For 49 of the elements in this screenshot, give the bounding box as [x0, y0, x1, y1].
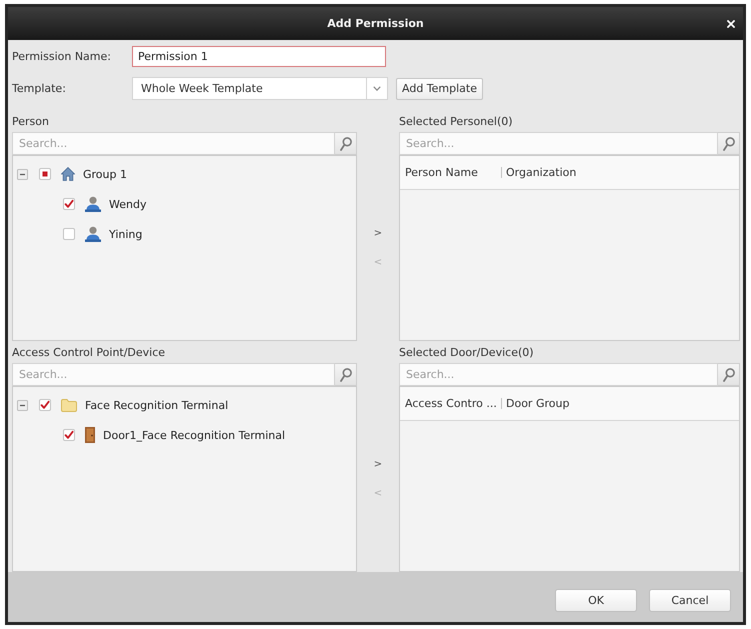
door-icon — [85, 427, 95, 443]
search-button[interactable] — [718, 132, 740, 155]
search-field[interactable]: Search... — [399, 132, 718, 155]
checkbox[interactable] — [39, 168, 51, 180]
search-icon — [340, 136, 352, 150]
field-label: Template: — [12, 82, 67, 95]
column-header[interactable]: Person Name — [405, 166, 501, 179]
checkbox[interactable] — [63, 429, 75, 441]
transfer-button[interactable]: > — [370, 224, 386, 242]
add-template-button[interactable]: Add Template — [396, 78, 483, 100]
house-icon — [61, 167, 75, 181]
folder-icon — [61, 398, 77, 412]
collapse-toggle[interactable] — [17, 168, 28, 180]
section-label: Access Control Point/Device — [12, 346, 166, 358]
checkbox[interactable] — [39, 399, 51, 411]
search-field[interactable]: Search... — [12, 363, 335, 386]
person-icon — [85, 196, 101, 212]
ok-button[interactable]: OK — [555, 589, 637, 612]
section-label: Person — [12, 114, 50, 128]
section-label: Selected Personel(0) — [399, 114, 514, 128]
chevron-down-icon — [373, 86, 381, 91]
checkbox[interactable] — [63, 228, 75, 240]
section-label: Selected Door/Device(0) — [399, 346, 535, 358]
search-icon — [722, 136, 734, 150]
search-button[interactable] — [335, 132, 357, 155]
field-label: Permission Name: — [12, 50, 112, 63]
collapse-toggle[interactable] — [17, 400, 28, 410]
search-button[interactable] — [335, 363, 357, 386]
tree-item-label[interactable]: Wendy — [109, 198, 146, 210]
column-header[interactable]: Organization — [506, 166, 576, 179]
search-icon — [722, 368, 734, 382]
transfer-button[interactable]: > — [370, 456, 386, 474]
search-icon — [340, 368, 352, 382]
tree-item-label[interactable]: Yining — [109, 228, 142, 240]
tree-item-label[interactable]: Face Recognition Terminal — [85, 398, 228, 412]
column-header[interactable]: Door Group — [506, 397, 570, 410]
checkbox[interactable] — [63, 198, 75, 210]
template-dropdown[interactable]: Whole Week Template — [132, 77, 388, 100]
close-icon — [727, 20, 735, 28]
search-button[interactable] — [718, 363, 740, 386]
tree-item-label[interactable]: Door1_Face Recognition Terminal — [103, 428, 286, 442]
search-field[interactable]: Search... — [12, 132, 335, 155]
cancel-button[interactable]: Cancel — [649, 589, 731, 612]
person-icon — [85, 226, 101, 242]
column-header[interactable]: Access Contro ... — [405, 397, 501, 410]
tree-item-label[interactable]: Group 1 — [83, 168, 127, 180]
window-title: Add Permission — [326, 17, 425, 30]
search-field[interactable]: Search... — [399, 363, 718, 386]
permission-name-field[interactable]: Permission 1 — [132, 46, 386, 67]
